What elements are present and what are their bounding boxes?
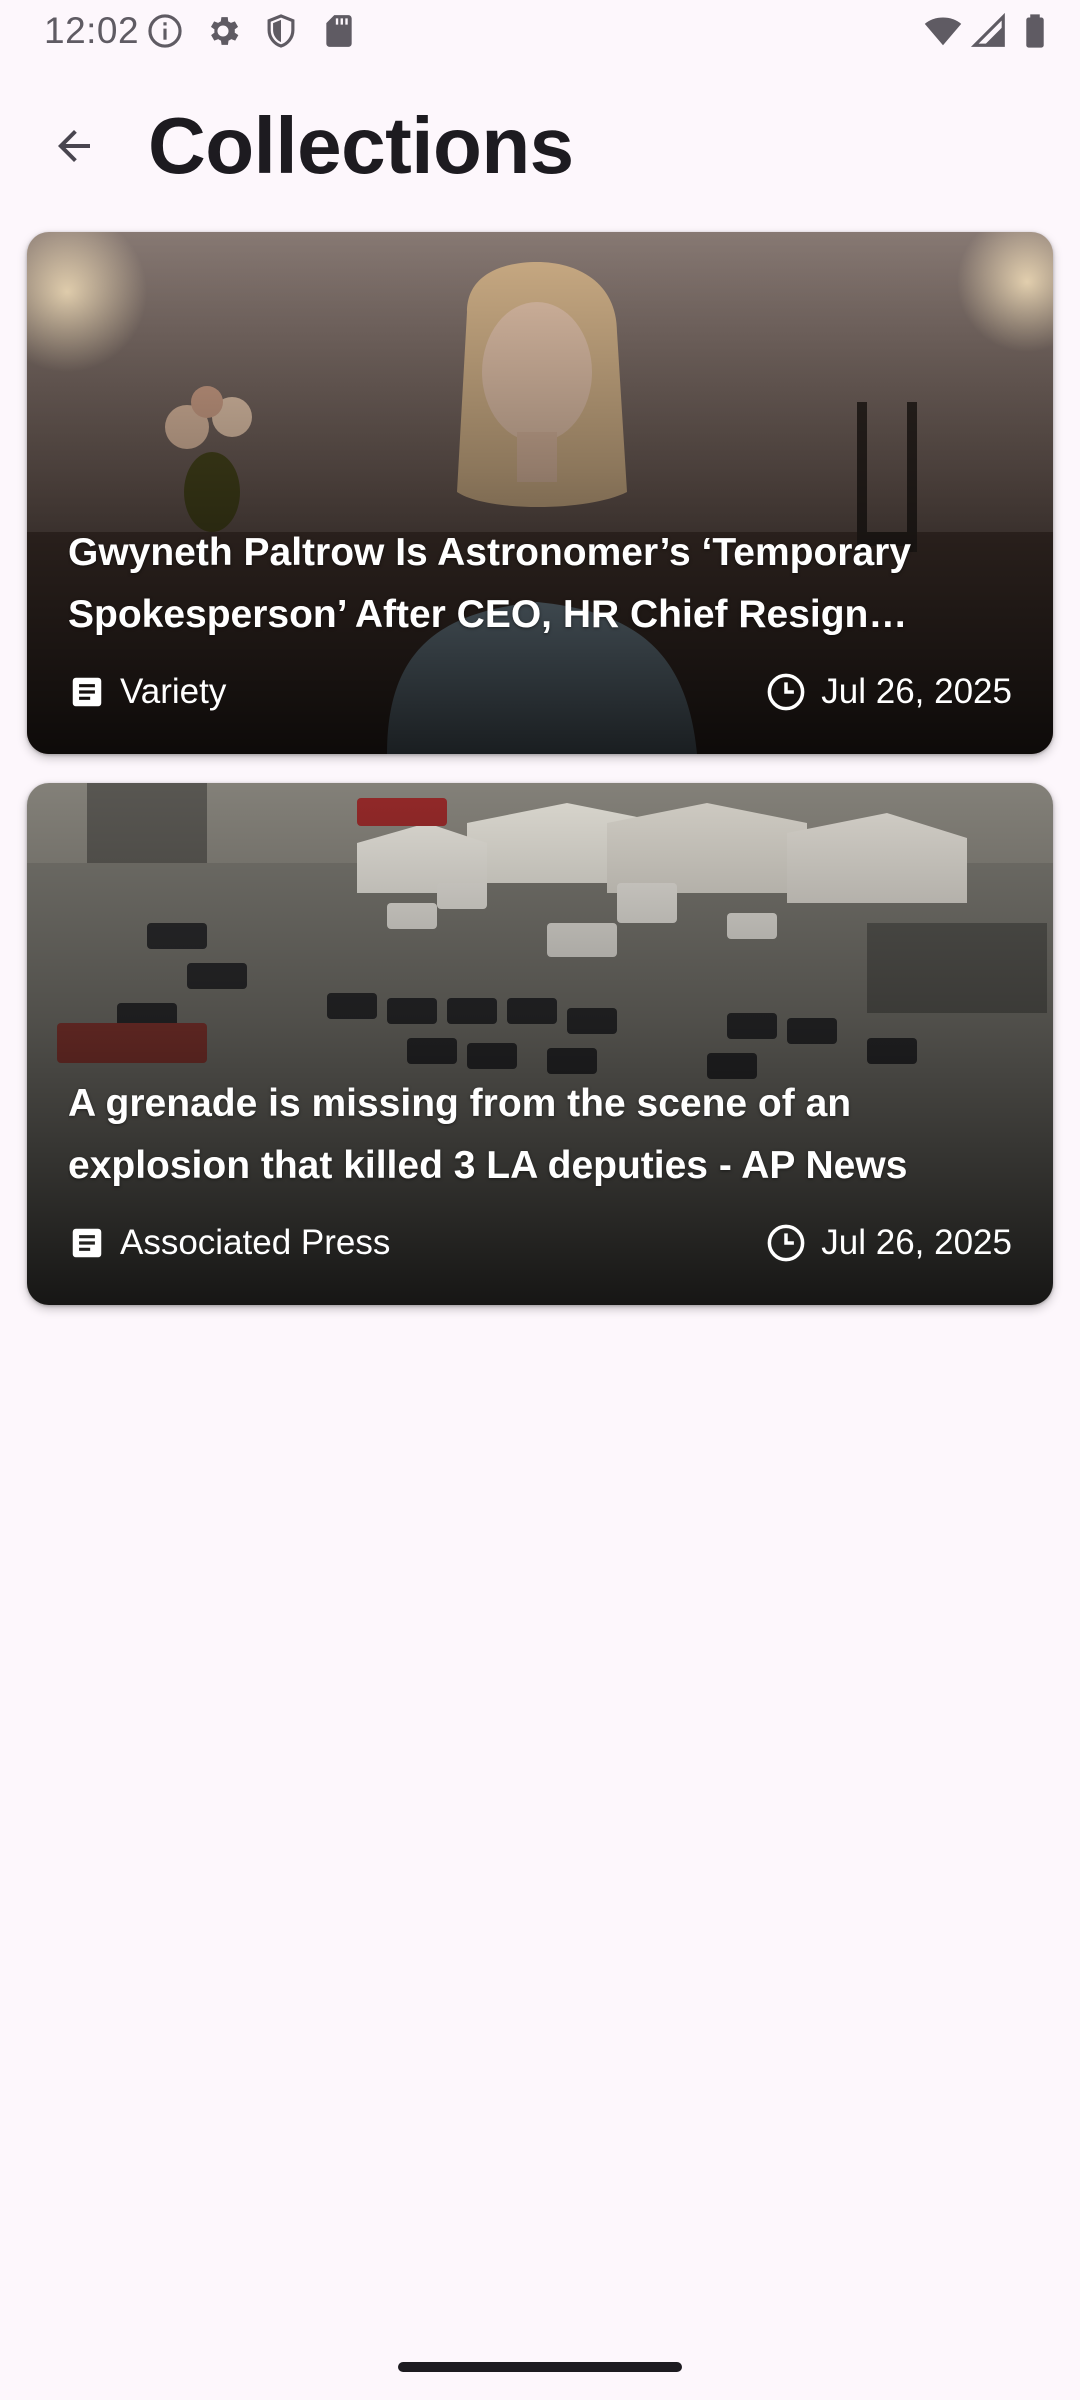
status-right-icons — [924, 12, 1054, 50]
card-date: Jul 26, 2025 — [765, 671, 1012, 713]
status-left-icons — [146, 12, 358, 50]
back-button[interactable] — [34, 106, 114, 186]
cellular-signal-icon — [970, 12, 1008, 50]
status-time: 12:02 — [44, 10, 140, 51]
page-title: Collections — [148, 101, 574, 190]
clock-icon — [767, 673, 805, 711]
article-icon — [72, 1228, 102, 1258]
card-source-label: Associated Press — [120, 1223, 391, 1262]
clock-icon — [767, 1224, 805, 1262]
wifi-icon — [924, 12, 962, 50]
sd-card-icon — [320, 12, 358, 50]
arrow-back-icon — [58, 130, 90, 162]
card-source: Associated Press — [68, 1223, 390, 1263]
news-card[interactable]: A grenade is missing from the scene of a… — [27, 783, 1053, 1305]
app-bar: Collections — [0, 62, 1080, 230]
status-bar: 12:02 — [0, 0, 1080, 62]
card-headline: A grenade is missing from the scene of a… — [68, 1082, 908, 1187]
battery-icon — [1016, 12, 1054, 50]
card-source: Variety — [68, 672, 226, 712]
article-icon — [72, 677, 102, 707]
card-source-label: Variety — [120, 672, 227, 711]
card-footer: Associated Press Jul 26, 2025 — [68, 1213, 1012, 1273]
info-icon — [146, 12, 184, 50]
gesture-nav-handle[interactable] — [398, 2362, 682, 2372]
news-card[interactable]: Gwyneth Paltrow Is Astronomer’s ‘Tempora… — [27, 232, 1053, 754]
card-date-label: Jul 26, 2025 — [821, 1223, 1012, 1262]
card-date: Jul 26, 2025 — [765, 1222, 1012, 1264]
settings-gear-icon — [204, 12, 242, 50]
card-date-label: Jul 26, 2025 — [821, 672, 1012, 711]
shield-icon — [262, 12, 300, 50]
card-footer: Variety Jul 26, 2025 — [68, 662, 1012, 722]
card-headline: Gwyneth Paltrow Is Astronomer’s ‘Tempora… — [68, 531, 912, 636]
